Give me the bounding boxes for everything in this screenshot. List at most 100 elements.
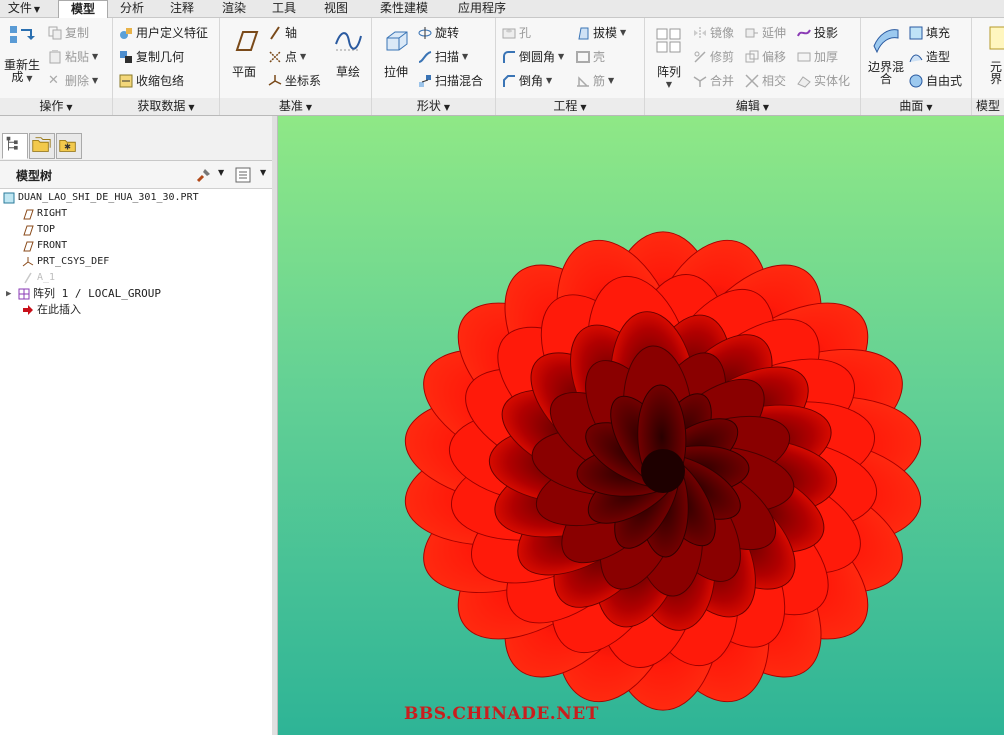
hole-button[interactable]: 孔 [502, 24, 531, 41]
udf-button[interactable]: 用户定义特征 [119, 24, 208, 41]
offset-label: 偏移 [762, 50, 787, 64]
chevron-down-icon[interactable]: ▼ [260, 168, 266, 177]
chevron-down-icon[interactable]: ▼ [218, 168, 224, 177]
extrude-button[interactable]: 拉伸 [376, 26, 416, 80]
insert-arrow-icon [23, 305, 33, 315]
chevron-down-icon: ▼ [620, 28, 627, 37]
copy-geometry-button[interactable]: 复制几何 [119, 48, 184, 65]
delete-button[interactable]: ✕ 删除 ▼ [48, 72, 98, 89]
pattern-button[interactable]: 阵列 ▼ [649, 26, 689, 89]
group-label-editing-text: 编辑 [735, 99, 760, 113]
tree-item-label: A_1 [37, 272, 56, 283]
shrinkwrap-icon [119, 74, 133, 87]
tree-item-right[interactable]: RIGHT [0, 206, 294, 222]
tree-item-front[interactable]: FRONT [0, 238, 294, 254]
group-label-get-data[interactable]: 获取数据 ▼ [113, 98, 219, 115]
tab-view[interactable]: 视图 [314, 0, 358, 17]
extend-icon [745, 28, 758, 37]
tab-flexible-modeling[interactable]: 柔性建模 [366, 0, 442, 17]
tab-analysis[interactable]: 分析 [110, 0, 154, 17]
round-button[interactable]: 倒圆角 ▼ [502, 48, 564, 65]
fill-button[interactable]: 填充 [909, 24, 950, 41]
copy-button[interactable]: 复制 [48, 24, 89, 41]
element-button[interactable]: 元界 [978, 24, 1004, 85]
trim-button[interactable]: 修剪 [693, 48, 734, 65]
tab-folder-browser[interactable] [29, 133, 55, 159]
tab-model[interactable]: 模型 [58, 0, 108, 19]
sketch-button[interactable]: 草绘 [328, 26, 368, 80]
axis-button[interactable]: 轴 [268, 24, 297, 41]
csys-button[interactable]: 坐标系 [268, 72, 321, 89]
show-options-icon[interactable] [234, 166, 252, 184]
project-button[interactable]: 投影 [797, 24, 838, 41]
group-label-operations[interactable]: 操作 ▼ [0, 98, 112, 115]
merge-icon [693, 75, 707, 87]
extend-button[interactable]: 延伸 [745, 24, 786, 41]
regenerate-button[interactable]: 重新生成 ▼ [2, 22, 42, 85]
group-label-model-intent[interactable]: 模型意 [972, 98, 1004, 115]
style-button[interactable]: 造型 [909, 48, 950, 65]
graphics-viewport[interactable]: BBS.CHINADE.NET [278, 116, 1004, 735]
file-menu[interactable]: 文件 ▼ [0, 0, 48, 17]
tab-model-tree[interactable] [2, 133, 28, 159]
solidify-button[interactable]: 实体化 [797, 72, 850, 89]
group-label-shape[interactable]: 形状 ▼ [372, 98, 495, 115]
boundary-blend-icon [873, 29, 899, 54]
shell-label: 壳 [593, 50, 606, 64]
mirror-button[interactable]: 镜像 [693, 24, 734, 41]
tree-item-pattern[interactable]: ▶ 阵列 1 / LOCAL_GROUP [0, 286, 278, 302]
paste-label: 粘贴 [65, 50, 90, 64]
sweep-button[interactable]: 扫描 ▼ [418, 48, 468, 65]
swept-blend-label: 扫描混合 [435, 74, 484, 88]
intersect-button[interactable]: 相交 [745, 72, 786, 89]
rib-button[interactable]: 筋 ▼ [576, 72, 614, 89]
tree-item-axis[interactable]: A_1 [0, 270, 294, 286]
offset-button[interactable]: 偏移 [745, 48, 786, 65]
sketch-label: 草绘 [335, 65, 360, 79]
freestyle-icon [909, 74, 923, 87]
tree-settings-icon[interactable] [196, 167, 212, 183]
tree-item-top[interactable]: TOP [0, 222, 294, 238]
revolve-icon [418, 26, 432, 39]
group-label-surfaces[interactable]: 曲面 ▼ [861, 98, 971, 115]
tree-item-label: 在此插入 [37, 303, 81, 316]
draft-button[interactable]: 拔模 ▼ [576, 24, 626, 41]
swept-blend-button[interactable]: 扫描混合 [418, 72, 483, 89]
solidify-icon [797, 75, 811, 88]
tab-applications[interactable]: 应用程序 [448, 0, 516, 17]
tree-item-part[interactable]: DUAN_LAO_SHI_DE_HUA_301_30.PRT [0, 190, 275, 206]
shrinkwrap-button[interactable]: 收缩包络 [119, 72, 184, 89]
merge-button[interactable]: 合并 [693, 72, 734, 89]
group-label-datum[interactable]: 基准 ▼ [220, 98, 371, 115]
tab-tools[interactable]: 工具 [262, 0, 306, 17]
group-label-get-data-text: 获取数据 [137, 99, 186, 113]
group-label-editing[interactable]: 编辑 ▼ [645, 98, 860, 115]
freestyle-button[interactable]: 自由式 [909, 72, 962, 89]
menu-bar: 文件 ▼ 模型 分析 注释 渲染 工具 视图 柔性建模 应用程序 [0, 0, 1004, 19]
expand-arrow-icon[interactable]: ▶ [6, 286, 18, 302]
flower-model[interactable] [278, 116, 1004, 735]
plane-button[interactable]: 平面 [224, 26, 264, 80]
tree-item-insert-here[interactable]: 在此插入 [0, 302, 294, 318]
flower-center [641, 449, 685, 493]
boundary-blend-button[interactable]: 边界混合 [865, 24, 907, 85]
tree-item-csys[interactable]: PRT_CSYS_DEF [0, 254, 294, 270]
sweep-icon [418, 50, 432, 63]
tab-favorites[interactable]: ✱ [56, 133, 82, 159]
chevron-down-icon: ▼ [300, 52, 307, 61]
chevron-down-icon: ▼ [558, 52, 565, 61]
panel-scrollbar[interactable] [272, 116, 277, 735]
point-button[interactable]: 点 ▼ [268, 48, 306, 65]
group-label-engineering[interactable]: 工程 ▼ [496, 98, 644, 115]
tree-item-label: PRT_CSYS_DEF [37, 256, 110, 267]
regenerate-label: 重新生成 [3, 58, 40, 84]
tab-render[interactable]: 渲染 [212, 0, 256, 17]
chamfer-button[interactable]: 倒角 ▼ [502, 72, 552, 89]
fill-icon [909, 26, 923, 39]
chevron-down-icon: ▼ [188, 103, 195, 112]
thicken-button[interactable]: 加厚 [797, 48, 838, 65]
paste-button[interactable]: 粘贴 ▼ [48, 48, 98, 65]
tab-annotate[interactable]: 注释 [160, 0, 204, 17]
shell-button[interactable]: 壳 [576, 48, 605, 65]
revolve-button[interactable]: 旋转 [418, 24, 459, 41]
